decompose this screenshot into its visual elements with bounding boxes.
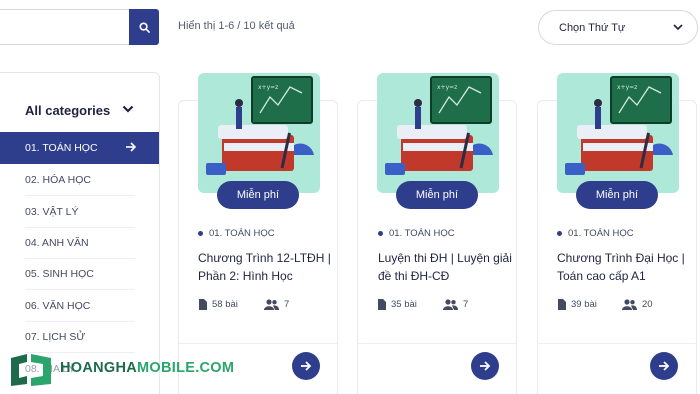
price-badge: Miễn phí (396, 181, 478, 209)
categories-heading: All categories (25, 103, 111, 118)
open-course-button[interactable] (650, 352, 678, 380)
chevron-down-icon[interactable] (122, 104, 134, 114)
course-category[interactable]: 01. TOÁN HỌC (198, 228, 275, 239)
course-category[interactable]: 01. TOÁN HỌC (557, 228, 634, 239)
lesson-count: 35 bài (377, 299, 417, 310)
chevron-down-icon (673, 24, 683, 31)
student-count-value: 7 (284, 299, 290, 310)
course-title[interactable]: Luyện thi ĐH | Luyện giải đề thi ĐH-CĐ (378, 249, 512, 285)
category-item-physics[interactable]: 03. VẬT LÝ (25, 196, 135, 228)
arrow-right-icon (126, 142, 137, 152)
math-illustration-icon: x+y=z (206, 76, 314, 175)
math-illustration-icon: x+y=z (565, 76, 673, 175)
arrow-right-icon (480, 361, 491, 371)
course-thumbnail[interactable]: x+y=z (377, 73, 499, 193)
lesson-count: 58 bài (198, 299, 238, 310)
price-badge: Miễn phí (576, 181, 658, 209)
course-category-label: 01. TOÁN HỌC (389, 228, 455, 239)
course-thumbnail[interactable]: x+y=z (557, 73, 679, 193)
document-icon (558, 299, 566, 310)
watermark-text: HOANGHAMOBILE.COM (60, 360, 234, 376)
math-illustration-icon: x+y=z (385, 76, 493, 175)
category-label: 06. VĂN HỌC (25, 299, 91, 312)
category-label: 07. LỊCH SỬ (25, 330, 86, 343)
users-icon (443, 299, 458, 310)
sort-dropdown[interactable]: Chọn Thứ Tự (538, 10, 698, 45)
category-label: 01. TOÁN HỌC (25, 142, 98, 154)
student-count: 7 (443, 299, 468, 310)
category-item-english[interactable]: 04. ANH VĂN (25, 227, 135, 259)
category-label: 02. HÓA HỌC (25, 173, 91, 186)
category-label: 03. VẬT LÝ (25, 205, 79, 218)
course-title[interactable]: Chương Trình Đại Học | Toán cao cấp A1 (557, 249, 691, 285)
student-count: 7 (264, 299, 289, 310)
student-count: 20 (622, 299, 653, 310)
users-icon (264, 299, 279, 310)
watermark-part2: MOBILE.COM (137, 360, 235, 376)
watermark-part1: HOANGHA (60, 360, 138, 376)
student-count-value: 20 (642, 299, 653, 310)
category-item-history[interactable]: 07. LỊCH SỬ (25, 321, 135, 353)
results-count: Hiển thị 1-6 / 10 kết quả (178, 20, 295, 32)
category-item-literature[interactable]: 06. VĂN HỌC (25, 290, 135, 322)
lesson-count-value: 58 bài (212, 299, 238, 310)
arrow-right-icon (301, 361, 312, 371)
category-item-math[interactable]: 01. TOÁN HỌC (0, 132, 159, 164)
svg-text:x+y=z: x+y=z (258, 84, 278, 91)
open-course-button[interactable] (292, 352, 320, 380)
open-course-button[interactable] (471, 352, 499, 380)
users-icon (622, 299, 637, 310)
lesson-count: 39 bài (557, 299, 597, 310)
hoanghamobile-logo-icon (11, 354, 51, 386)
course-title[interactable]: Chương Trình 12-LTĐH | Phần 2: Hình Học (198, 249, 332, 285)
course-category-label: 01. TOÁN HỌC (209, 228, 275, 239)
category-item-biology[interactable]: 05. SINH HỌC (25, 258, 135, 290)
svg-text:x+y=z: x+y=z (437, 84, 457, 91)
category-label: 05. SINH HỌC (25, 267, 94, 280)
document-icon (199, 299, 207, 310)
lesson-count-value: 39 bài (571, 299, 597, 310)
search-icon (138, 21, 150, 33)
document-icon (378, 299, 386, 310)
search-button[interactable] (129, 9, 159, 45)
student-count-value: 7 (463, 299, 469, 310)
course-category-label: 01. TOÁN HỌC (568, 228, 634, 239)
price-badge: Miễn phí (217, 181, 299, 209)
arrow-right-icon (659, 361, 670, 371)
course-category[interactable]: 01. TOÁN HỌC (378, 228, 455, 239)
search-input[interactable] (0, 9, 130, 45)
lesson-count-value: 35 bài (391, 299, 417, 310)
course-thumbnail[interactable]: x+y=z (198, 73, 320, 193)
svg-text:x+y=z: x+y=z (617, 84, 637, 91)
sort-label: Chọn Thứ Tự (559, 21, 626, 34)
category-item-chemistry[interactable]: 02. HÓA HỌC (25, 164, 135, 196)
category-label: 04. ANH VĂN (25, 236, 89, 249)
